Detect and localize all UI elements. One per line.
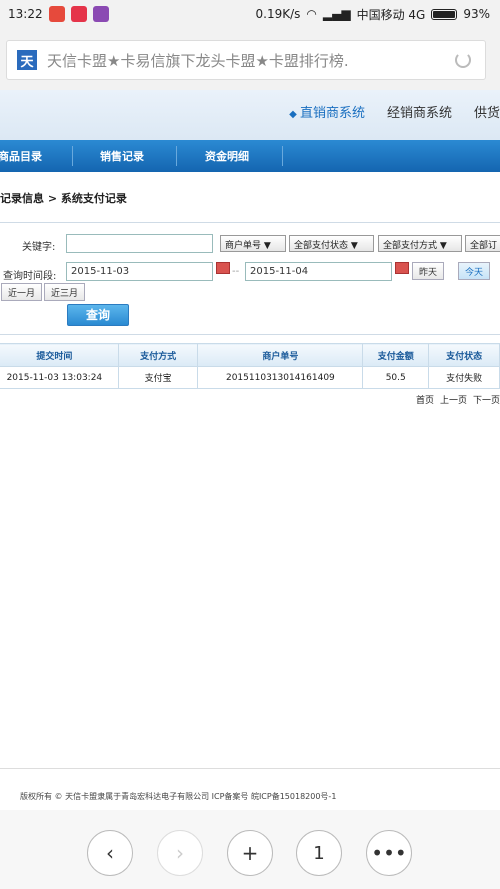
keyword-input[interactable] <box>66 234 213 253</box>
browser-bottom-bar: ‹ › + 1 ••• <box>0 810 500 889</box>
new-tab-plus-icon[interactable]: + <box>227 830 273 876</box>
wifi-icon: ◠ <box>306 7 317 21</box>
breadcrumb: 记录信息 > 系统支付记录 <box>0 192 127 205</box>
url-field[interactable]: 天 天信卡盟★卡易信旗下龙头卡盟★卡盟排行榜. <box>6 40 486 80</box>
status-bar: 13:22 0.19K/s ◠ ▂▄▆ 中国移动 4G 93% <box>0 0 500 28</box>
query-button[interactable]: 查询 <box>67 304 129 326</box>
page-first[interactable]: 首页 <box>416 393 434 406</box>
main-nav: 商品目录 销售记录 资金明细 <box>0 140 500 172</box>
date-range-label: 查询时间段: <box>3 271 57 282</box>
network-speed: 0.19K/s <box>255 7 301 21</box>
today-button[interactable]: 今天 <box>458 262 491 280</box>
pay-method-select[interactable]: 全部支付方式 ▼ <box>378 235 462 252</box>
status-time: 13:22 <box>8 7 43 21</box>
col-status: 支付状态 <box>428 343 500 367</box>
system-switch-bar: 直销商系统 经销商系统 供货 <box>0 90 500 140</box>
col-submit-time: 提交时间 <box>0 343 119 367</box>
date-from-input[interactable] <box>66 262 213 281</box>
pagination: 首页 上一页 下一页 <box>416 393 500 406</box>
browser-url-bar: 天 天信卡盟★卡易信旗下龙头卡盟★卡盟排行榜. <box>0 28 500 90</box>
more-select[interactable]: 全部订 <box>465 235 500 252</box>
payment-records-table: 提交时间 支付方式 商户单号 支付金额 支付状态 2015-11-03 13:0… <box>0 343 500 389</box>
notification-tiktok-icon <box>70 6 87 22</box>
date-separator: -- <box>232 266 240 277</box>
nav-divider <box>176 146 177 166</box>
date-to-input[interactable] <box>245 262 392 281</box>
page-prev[interactable]: 上一页 <box>440 393 467 406</box>
yesterday-button[interactable]: 昨天 <box>412 262 445 280</box>
tab-count-button[interactable]: 1 <box>296 830 342 876</box>
table-row: 2015-11-03 13:03:24 支付宝 2015110313014161… <box>0 366 500 389</box>
more-menu-icon[interactable]: ••• <box>366 830 412 876</box>
table-header-row: 提交时间 支付方式 商户单号 支付金额 支付状态 <box>0 343 500 367</box>
order-type-select[interactable]: 商户单号 ▼ <box>220 235 286 252</box>
last-month-button[interactable]: 近一月 <box>1 283 43 301</box>
page-url-title[interactable]: 天信卡盟★卡易信旗下龙头卡盟★卡盟排行榜. <box>47 50 437 71</box>
nav-product-catalog[interactable]: 商品目录 <box>0 148 42 164</box>
forward-icon[interactable]: › <box>157 830 203 876</box>
nav-sales-records[interactable]: 销售记录 <box>100 148 144 164</box>
system-distributor[interactable]: 经销商系统 <box>387 102 452 121</box>
section-divider <box>0 334 500 335</box>
col-order-no: 商户单号 <box>197 343 364 367</box>
cell-order-no: 2015110313014161409 <box>197 366 364 389</box>
system-supplier[interactable]: 供货 <box>474 102 500 121</box>
page-next[interactable]: 下一页 <box>473 393 500 406</box>
site-favicon-icon: 天 <box>17 50 37 70</box>
footer-divider <box>0 768 500 769</box>
nav-fund-details[interactable]: 资金明细 <box>205 148 249 164</box>
section-divider <box>0 222 500 223</box>
nav-divider <box>282 146 283 166</box>
pay-status-select[interactable]: 全部支付状态 ▼ <box>289 235 374 252</box>
notification-app-icon <box>48 6 65 22</box>
cell-submit-time: 2015-11-03 13:03:24 <box>0 366 119 389</box>
last-three-months-button[interactable]: 近三月 <box>44 283 86 301</box>
nav-divider <box>72 146 73 166</box>
cell-status: 支付失败 <box>428 366 500 389</box>
reload-icon[interactable] <box>455 52 471 68</box>
signal-icon: ▂▄▆ <box>322 7 351 21</box>
battery-icon <box>431 8 458 20</box>
cell-pay-method: 支付宝 <box>117 366 199 389</box>
col-pay-method: 支付方式 <box>117 343 199 367</box>
back-icon[interactable]: ‹ <box>87 830 133 876</box>
cell-amount: 50.5 <box>362 366 430 389</box>
col-amount: 支付金额 <box>362 343 430 367</box>
calendar-icon[interactable] <box>216 262 230 274</box>
calendar-icon[interactable] <box>395 262 409 274</box>
notification-app2-icon <box>92 6 109 22</box>
battery-level: 93% <box>463 7 490 21</box>
system-direct-sales[interactable]: 直销商系统 <box>289 102 365 121</box>
carrier-name: 中国移动 4G <box>356 7 426 22</box>
keyword-label: 关键字: <box>22 242 56 253</box>
footer-copyright: 版权所有 © 天信卡盟隶属于青岛宏科达电子有限公司 ICP备案号 皖ICP备15… <box>20 792 337 801</box>
